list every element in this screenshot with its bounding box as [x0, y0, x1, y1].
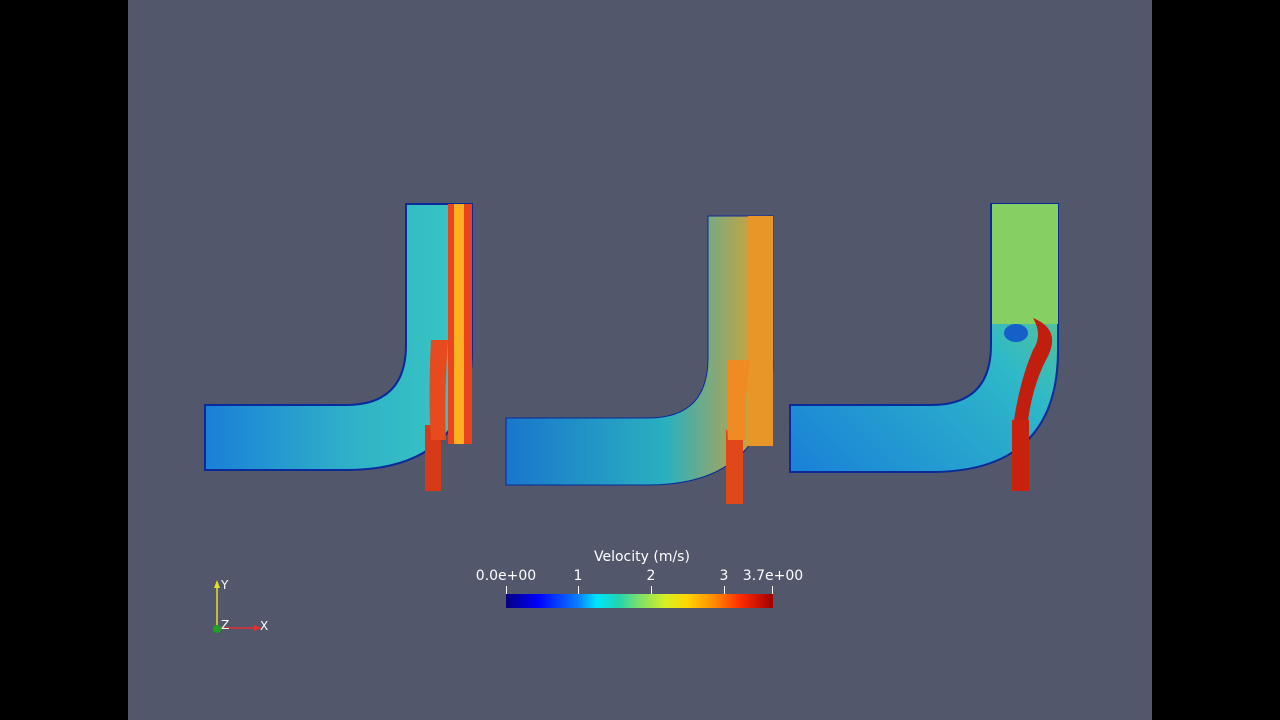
x-axis-label: X	[260, 619, 269, 633]
pipe-scene	[204, 203, 1059, 504]
colorbar-tick	[724, 586, 725, 594]
render-viewport[interactable]: Velocity (m/s) 0.0e+00 1 2 3 3.7e+00 Y X…	[128, 0, 1152, 720]
colorbar-tick-label: 1	[573, 568, 583, 584]
colorbar-tick-label: 2	[646, 568, 656, 584]
y-axis-label: Y	[221, 578, 229, 592]
z-axis-dot	[213, 625, 221, 633]
colorbar-tick	[578, 586, 579, 594]
pipe-result-3	[789, 203, 1059, 491]
colorbar-tick-label: 3	[719, 568, 729, 584]
y-axis-arrowhead	[214, 580, 220, 588]
colorbar-tick	[506, 586, 507, 594]
pipe-result-1	[204, 203, 473, 491]
colorbar-tick-label: 3.7e+00	[742, 568, 804, 584]
colorbar-tick	[651, 586, 652, 594]
velocity-colorbar	[506, 594, 773, 608]
colorbar-tick-label: 0.0e+00	[475, 568, 537, 584]
pipe-result-2	[505, 215, 774, 504]
z-axis-label: Z	[221, 618, 230, 632]
colorbar-tick	[772, 586, 773, 594]
colorbar-title: Velocity (m/s)	[594, 549, 690, 565]
